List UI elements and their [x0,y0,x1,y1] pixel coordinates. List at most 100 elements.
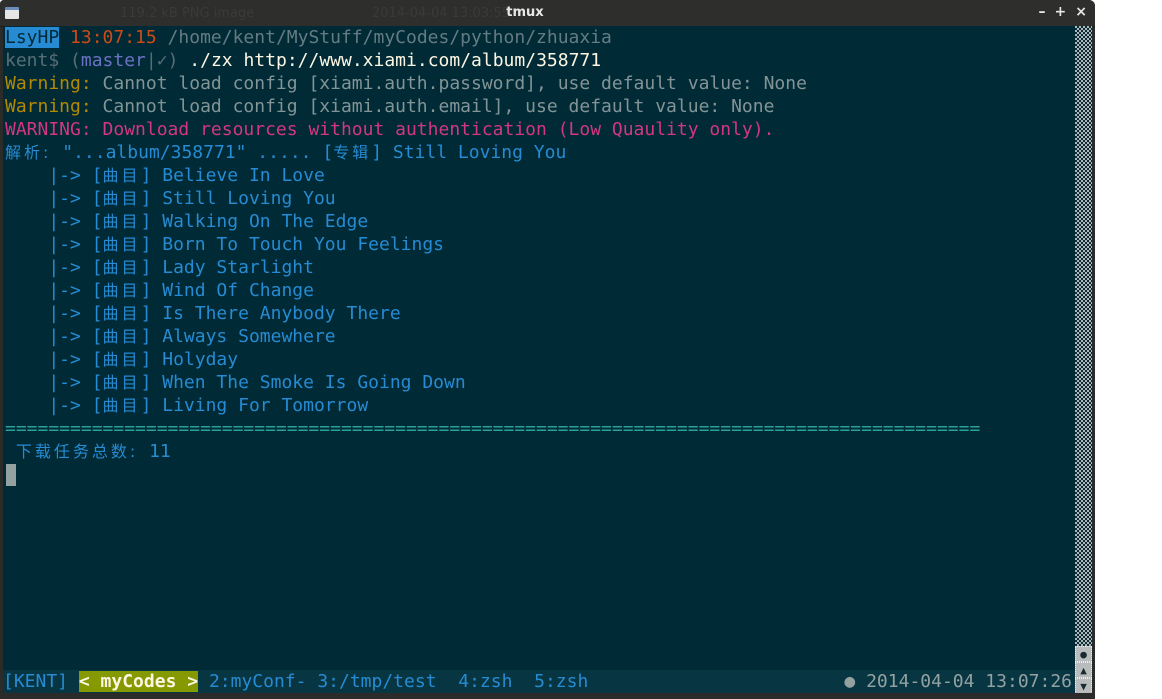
tmux-status-bar: [KENT] < myCodes > 2:myConf- 3:/tmp/test… [3,670,1075,693]
track-tag-text: 曲目 [102,281,141,300]
track-prefix: |-> [5,211,92,232]
track-tag: [曲目] [91,188,152,209]
track-tag-text: 曲目 [102,350,141,369]
track-prefix: |-> [5,280,92,301]
error-line: WARNING: Download resources without auth… [5,118,774,141]
terminal-cursor [6,464,16,486]
terminal-window: 119.2 kB PNG image 2014-04-04 13:03:55 t… [0,0,1095,699]
status-clock: ● 2014-04-04 13:07:26 [844,671,1072,692]
track-tag: [曲目] [91,303,152,324]
track-title: When The Smoke Is Going Down [162,372,466,393]
track-prefix: |-> [5,372,92,393]
branch-paren-open: ( [70,50,81,71]
window-tab[interactable]: 2:myConf- [209,671,307,692]
track-tag-text: 曲目 [102,166,141,185]
track-item: |-> [曲目] Still Loving You [5,187,335,210]
parse-text: "...album/358771" ..... [51,142,323,163]
total-line: 下载任务总数: 11 [5,440,171,463]
track-prefix: |-> [5,326,92,347]
track-tag: [曲目] [91,257,152,278]
warning-text: Cannot load config [xiami.auth.password]… [91,73,807,94]
scrollbar-track[interactable] [1075,26,1092,646]
track-item: |-> [曲目] Holyday [5,348,238,371]
track-title: Always Somewhere [162,326,336,347]
track-item: |-> [曲目] Wind Of Change [5,279,314,302]
track-item: |-> [曲目] Born To Touch You Feelings [5,233,444,256]
track-tag-text: 曲目 [102,235,141,254]
track-tag-text: 曲目 [102,373,141,392]
track-tag: [曲目] [91,234,152,255]
window-tab[interactable]: 3:/tmp/test [317,671,436,692]
track-tag-text: 曲目 [102,396,141,415]
track-prefix: |-> [5,234,92,255]
terminal-output[interactable]: LsyHP 13:07:15 /home/kent/MyStuff/myCode… [3,26,1075,670]
track-tag: [曲目] [91,280,152,301]
prompt-time: 13:07:15 [70,27,157,48]
separator-line: ========================================… [5,418,981,439]
track-prefix: |-> [5,165,92,186]
prompt-line: LsyHP 13:07:15 /home/kent/MyStuff/myCode… [5,26,612,49]
arrow-down-icon: ▼ [1080,679,1087,693]
track-prefix: |-> [5,395,92,416]
track-item: |-> [曲目] When The Smoke Is Going Down [5,371,466,394]
warning-line: Warning: Cannot load config [xiami.auth.… [5,95,774,118]
track-prefix: |-> [5,188,92,209]
track-tag: [曲目] [91,165,152,186]
command-text: ./zx http://www.xiami.com/album/358771 [189,50,602,71]
prompt-user: kent$ [5,50,60,71]
track-tag-text: 曲目 [102,304,141,323]
error-label: WARNING: [5,119,92,140]
album-tag: [专辑] [322,142,383,163]
track-item: |-> [曲目] Believe In Love [5,164,325,187]
track-tag: [曲目] [91,326,152,347]
title-bar[interactable]: 119.2 kB PNG image 2014-04-04 13:03:55 t… [0,0,1095,27]
track-prefix: |-> [5,349,92,370]
warning-line: Warning: Cannot load config [xiami.auth.… [5,72,807,95]
track-item: |-> [曲目] Living For Tomorrow [5,394,368,417]
git-status: |✓ [145,50,168,71]
window-tab[interactable]: 5:zsh [534,671,588,692]
scroll-down-button[interactable]: ▼ [1075,678,1092,694]
error-text: Download resources without authenticatio… [91,119,775,140]
track-tag: [曲目] [91,211,152,232]
track-title: Lady Starlight [162,257,314,278]
parse-line: 解析: "...album/358771" ..... [专辑] Still L… [5,141,566,164]
track-tag: [曲目] [91,372,152,393]
track-title: Holyday [162,349,239,370]
window-tab[interactable]: 4:zsh [458,671,512,692]
track-prefix: |-> [5,303,92,324]
track-title: Is There Anybody There [162,303,401,324]
track-title: Believe In Love [162,165,325,186]
track-title: Wind Of Change [162,280,314,301]
track-tag-text: 曲目 [102,258,141,277]
track-item: |-> [曲目] Lady Starlight [5,256,314,279]
track-title: Born To Touch You Feelings [162,234,445,255]
cwd-path: /home/kent/MyStuff/myCodes/python/zhuaxi… [167,27,612,48]
warning-label: Warning: [5,96,92,117]
track-item: |-> [曲目] Always Somewhere [5,325,336,348]
window-frame-bottom [0,693,1095,699]
session-name: [KENT] [3,671,69,692]
track-tag-text: 曲目 [102,189,141,208]
warning-label: Warning: [5,73,92,94]
track-tag: [曲目] [91,349,152,370]
window-title: tmux [506,5,544,20]
track-prefix: |-> [5,257,92,278]
album-title: Still Loving You [382,142,567,163]
track-title: Walking On The Edge [162,211,369,232]
git-branch: master [80,50,146,71]
scroll-lock-button[interactable]: ● [1075,646,1092,662]
track-tag-text: 曲目 [102,327,141,346]
window-tab-active[interactable]: < myCodes > [78,671,199,692]
track-tag: [曲目] [91,395,152,416]
track-title: Living For Tomorrow [162,395,369,416]
close-button[interactable]: × [1075,4,1087,20]
hostname: LsyHP [5,27,60,48]
maximize-button[interactable]: + [1055,4,1067,20]
scroll-lock-icon: ● [1080,647,1087,661]
total-label: 下载任务总数: [15,442,139,461]
scroll-up-button[interactable]: ▲ [1075,662,1092,678]
branch-paren-close: ) [167,50,179,71]
total-value: 11 [138,441,171,462]
minimize-button[interactable]: – [1039,4,1046,20]
